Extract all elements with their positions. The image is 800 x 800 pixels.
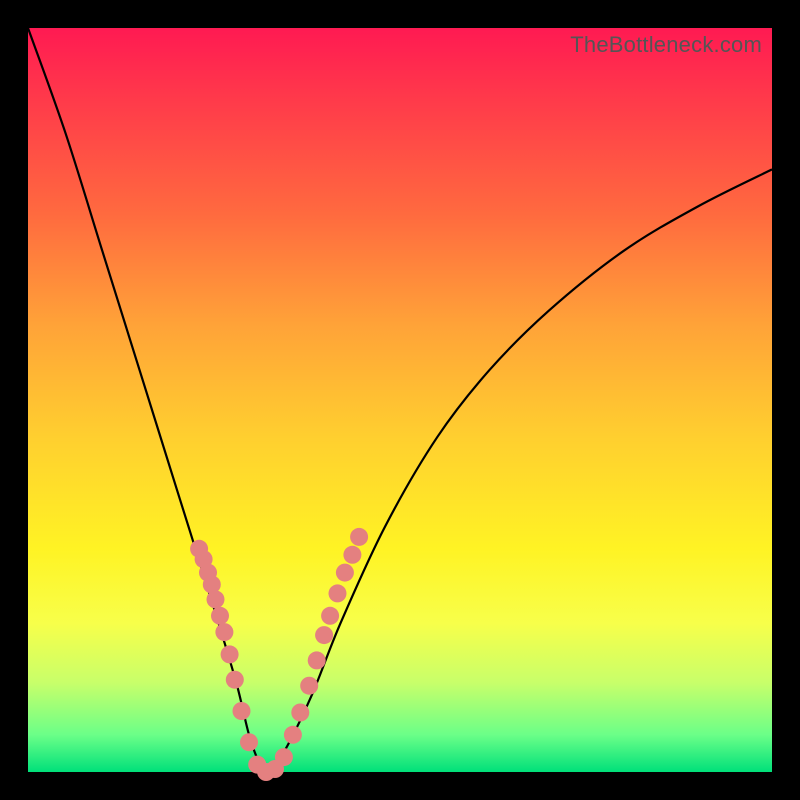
sample-point xyxy=(329,584,347,602)
outer-frame: TheBottleneck.com xyxy=(0,0,800,800)
sample-point xyxy=(300,677,318,695)
sample-point xyxy=(215,623,233,641)
sample-point xyxy=(226,671,244,689)
sample-point xyxy=(343,546,361,564)
sample-point xyxy=(211,607,229,625)
sample-point xyxy=(308,651,326,669)
chart-svg xyxy=(28,28,772,772)
sample-point xyxy=(240,733,258,751)
sample-point xyxy=(233,702,251,720)
sample-point xyxy=(321,607,339,625)
sample-point xyxy=(221,645,239,663)
sample-point xyxy=(275,748,293,766)
sample-point xyxy=(336,564,354,582)
sample-point xyxy=(284,726,302,744)
sample-point xyxy=(207,590,225,608)
sample-points-group xyxy=(190,528,368,781)
sample-point xyxy=(291,704,309,722)
sample-point xyxy=(315,626,333,644)
plot-area: TheBottleneck.com xyxy=(28,28,772,772)
bottleneck-curve xyxy=(28,28,772,773)
sample-point xyxy=(350,528,368,546)
